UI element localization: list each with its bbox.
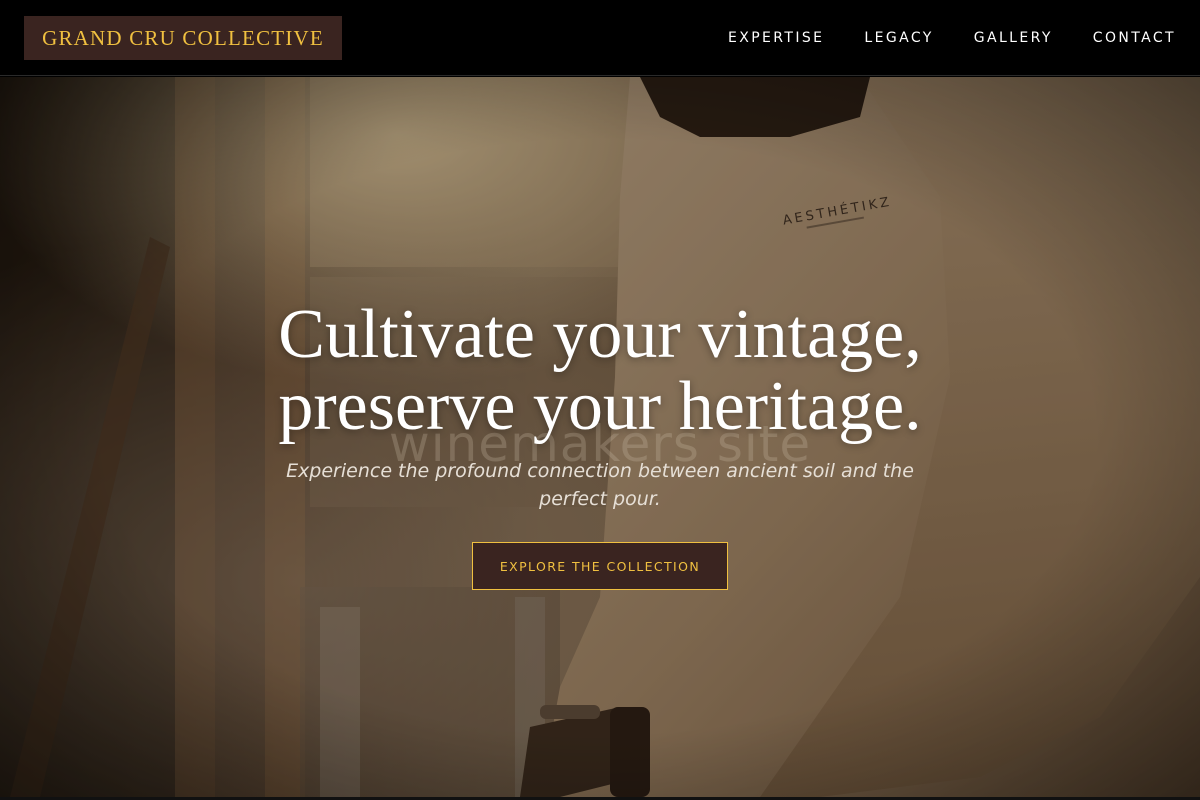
- nav-link-contact[interactable]: CONTACT: [1093, 30, 1176, 46]
- hero-headline: Cultivate your vintage, preserve your he…: [0, 299, 1200, 443]
- brand-logo[interactable]: GRAND CRU COLLECTIVE: [24, 16, 342, 60]
- headline-line-2: preserve your heritage.: [278, 368, 922, 445]
- hero-subtitle: Experience the profound connection betwe…: [286, 460, 914, 510]
- explore-collection-button[interactable]: EXPLORE THE COLLECTION: [472, 542, 728, 590]
- nav-link-legacy[interactable]: LEGACY: [864, 30, 933, 46]
- hero-section: AESTHÉTIKZ winemakers site Cultivate you…: [0, 77, 1200, 797]
- nav-menu: EXPERTISE LEGACY GALLERY CONTACT: [728, 0, 1176, 76]
- nav-link-gallery[interactable]: GALLERY: [974, 30, 1053, 46]
- nav-link-expertise[interactable]: EXPERTISE: [728, 30, 824, 46]
- explore-collection-label: EXPLORE THE COLLECTION: [499, 558, 701, 574]
- top-navbar: GRAND CRU COLLECTIVE EXPERTISE LEGACY GA…: [0, 0, 1200, 76]
- brand-name: GRAND CRU COLLECTIVE: [42, 25, 324, 50]
- headline-line-1: Cultivate your vintage,: [278, 296, 922, 373]
